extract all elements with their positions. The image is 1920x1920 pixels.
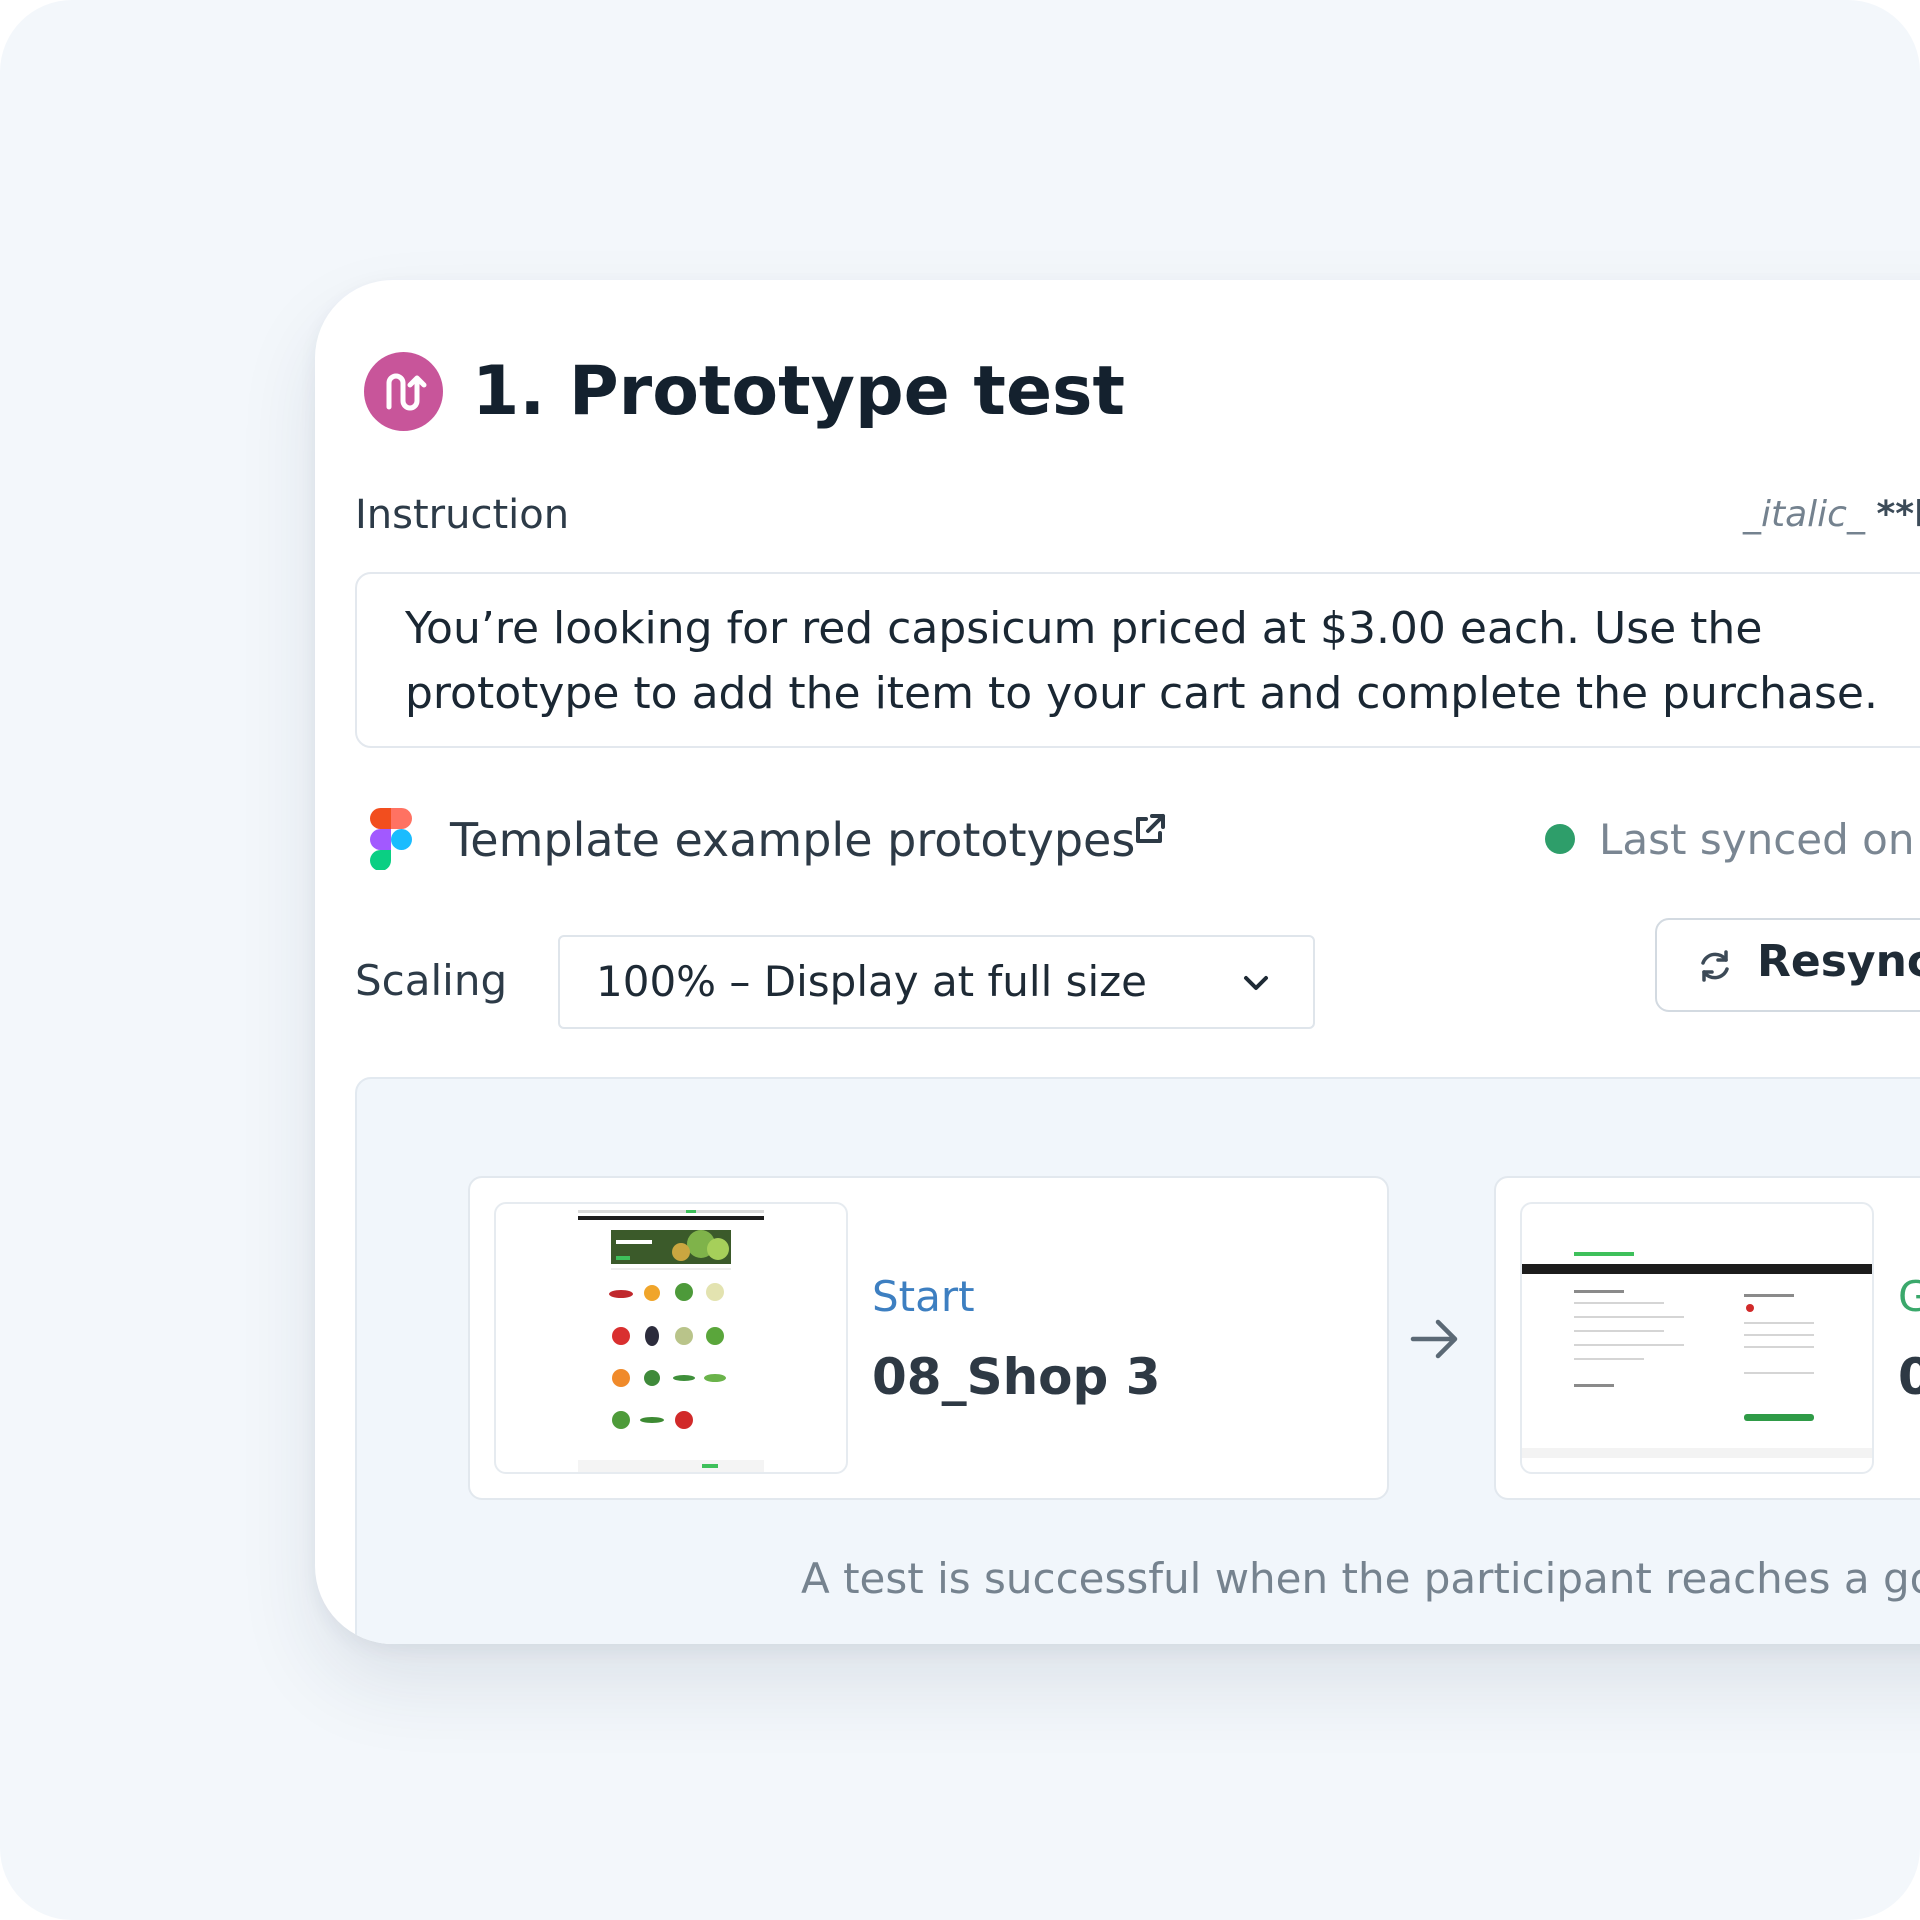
goal-screen-thumbnail bbox=[1520, 1202, 1874, 1474]
refresh-icon bbox=[1701, 950, 1729, 982]
flow-panel: Start 08_Shop 3 G 0 A test is successful… bbox=[355, 1077, 1920, 1644]
instruction-text[interactable]: You’re looking for red capsicum priced a… bbox=[405, 596, 1920, 726]
block-title: 1. Prototype test bbox=[472, 352, 1126, 431]
start-label: Start bbox=[872, 1272, 975, 1321]
external-link-icon[interactable] bbox=[1131, 812, 1167, 848]
success-note: A test is successful when the participan… bbox=[801, 1554, 1920, 1603]
start-screen-name: 08_Shop 3 bbox=[872, 1348, 1161, 1406]
goal-screen-card[interactable]: Go 0 bbox=[1494, 1176, 1920, 1500]
shop-screen-preview bbox=[578, 1210, 764, 1472]
prototype-test-icon bbox=[364, 352, 443, 431]
markdown-hint-bold: **b bbox=[1876, 494, 1920, 535]
scaling-select[interactable]: 100% – Display at full size bbox=[558, 935, 1315, 1029]
goal-screen-name: 0 bbox=[1898, 1348, 1920, 1406]
arrow-right-icon bbox=[1410, 1319, 1458, 1359]
resync-button[interactable]: Resync v bbox=[1655, 918, 1920, 1012]
sync-status-text: Last synced on 5 bbox=[1599, 815, 1920, 864]
start-screen-thumbnail bbox=[494, 1202, 848, 1474]
sync-status-dot bbox=[1545, 824, 1575, 854]
goal-label: Go bbox=[1898, 1272, 1920, 1321]
prototype-test-card: 1. Prototype test Instruction _italic_ *… bbox=[315, 280, 1920, 1644]
prototype-link[interactable]: Template example prototypes bbox=[450, 808, 1135, 872]
figma-logo-icon bbox=[370, 808, 412, 871]
checkout-screen-preview bbox=[1522, 1252, 1872, 1458]
app-background: 1. Prototype test Instruction _italic_ *… bbox=[0, 0, 1920, 1920]
resync-label: Resync v bbox=[1757, 936, 1920, 987]
instruction-label: Instruction bbox=[355, 492, 570, 538]
scaling-selected-value: 100% – Display at full size bbox=[596, 957, 1148, 1006]
chevron-down-icon bbox=[1244, 976, 1268, 990]
scaling-label: Scaling bbox=[355, 956, 508, 1005]
markdown-hint-italic: _italic_ bbox=[1743, 494, 1865, 535]
markdown-hint: _italic_ **b bbox=[1743, 494, 1920, 535]
start-screen-card[interactable]: Start 08_Shop 3 bbox=[468, 1176, 1389, 1500]
instruction-field[interactable]: You’re looking for red capsicum priced a… bbox=[355, 572, 1920, 748]
